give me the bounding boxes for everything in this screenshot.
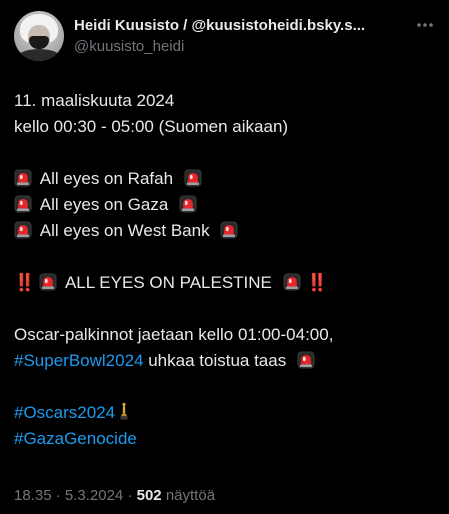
tweet-line-oscars-tag: #Oscars2024 xyxy=(14,400,439,426)
tweet-line-rafah: All eyes on Rafah xyxy=(14,166,439,192)
hashtag-oscars2024[interactable]: #Oscars2024 xyxy=(14,403,115,422)
tweet-line-palestine: ‼️ ALL EYES ON PALESTINE ‼️ xyxy=(14,270,439,296)
siren-icon xyxy=(283,273,301,291)
siren-icon xyxy=(184,169,202,187)
gaza-text: All eyes on Gaza xyxy=(39,195,169,214)
tweet-line-gaza: All eyes on Gaza xyxy=(14,192,439,218)
avatar-shoulders xyxy=(16,49,62,61)
siren-icon xyxy=(179,195,197,213)
tweet: Heidi Kuusisto / @kuusistoheidi.bsky.s..… xyxy=(0,0,449,514)
siren-icon xyxy=(297,351,315,369)
superbowl-rest-text: uhkaa toistua taas xyxy=(148,351,287,370)
siren-icon xyxy=(14,195,32,213)
meta-separator: · xyxy=(55,487,61,504)
siren-icon xyxy=(14,169,32,187)
palestine-text: ALL EYES ON PALESTINE xyxy=(64,273,272,292)
tweet-line-date: 11. maaliskuuta 2024 xyxy=(14,91,175,110)
more-horizontal-icon xyxy=(417,23,433,27)
author-handle[interactable]: @kuusisto_heidi xyxy=(74,37,184,56)
hashtag-gazagenocide[interactable]: #GazaGenocide xyxy=(14,429,137,448)
siren-icon xyxy=(39,273,57,291)
siren-icon xyxy=(220,221,238,239)
oscar-statuette-icon xyxy=(119,402,129,420)
siren-icon xyxy=(14,221,32,239)
tweet-time[interactable]: 18.35 xyxy=(14,487,52,504)
meta-separator: · xyxy=(127,487,133,504)
rafah-text: All eyes on Rafah xyxy=(39,169,174,188)
tweet-line-westbank: All eyes on West Bank xyxy=(14,218,439,244)
tweet-line-oscar: Oscar-palkinnot jaetaan kello 01:00-04:0… xyxy=(14,325,334,344)
tweet-line-superbowl: #SuperBowl2024 uhkaa toistua taas xyxy=(14,348,439,374)
tweet-line-genocide-tag: #GazaGenocide xyxy=(14,426,439,452)
tweet-meta: 18.35 · 5.3.2024 · 502 näyttöä xyxy=(14,486,215,506)
more-options-button[interactable] xyxy=(410,14,440,36)
views-count: 502 xyxy=(136,487,162,504)
tweet-date[interactable]: 5.3.2024 xyxy=(65,487,123,504)
avatar[interactable] xyxy=(14,11,64,61)
author-display-name[interactable]: Heidi Kuusisto / @kuusistoheidi.bsky.s..… xyxy=(74,16,402,35)
westbank-text: All eyes on West Bank xyxy=(39,221,210,240)
hashtag-superbowl2024[interactable]: #SuperBowl2024 xyxy=(14,351,143,370)
tweet-text: 11. maaliskuuta 2024 kello 00:30 - 05:00… xyxy=(14,88,439,452)
double-exclamation-icon: ‼️ xyxy=(306,273,328,292)
views-label: näyttöä xyxy=(165,487,216,504)
tweet-line-time: kello 00:30 - 05:00 (Suomen aikaan) xyxy=(14,117,289,136)
double-exclamation-icon: ‼️ xyxy=(14,273,35,292)
